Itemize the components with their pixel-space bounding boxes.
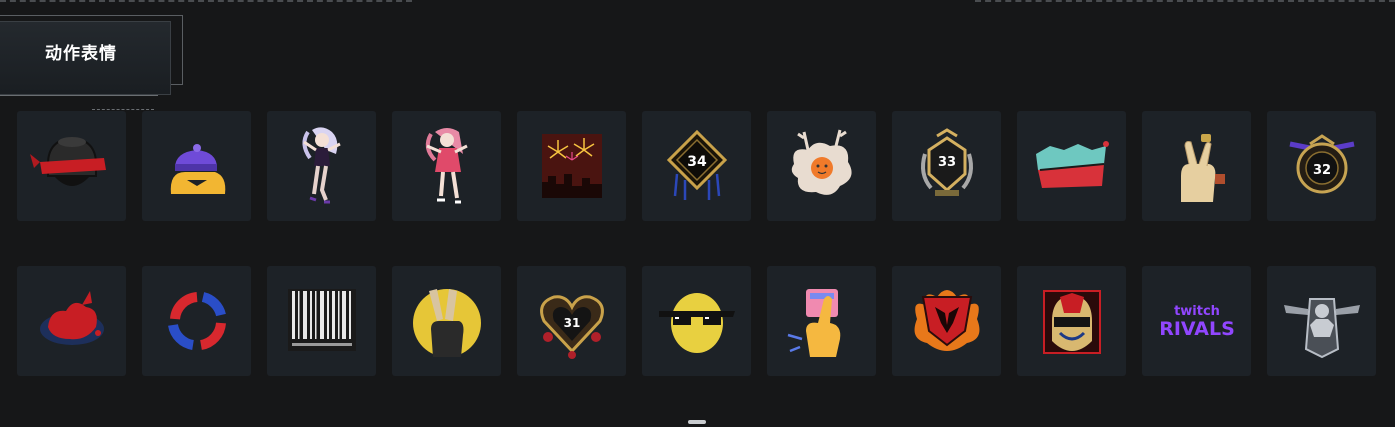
top-divider-left — [0, 0, 412, 4]
emote-tile[interactable] — [17, 266, 126, 376]
emote-tile[interactable] — [517, 111, 626, 221]
statue-emblem-icon — [1283, 298, 1360, 359]
emote-tile[interactable] — [267, 111, 376, 221]
emote-tile[interactable] — [392, 111, 501, 221]
emote-tile[interactable]: 33 — [892, 111, 1001, 221]
fireworks-city-icon — [541, 134, 602, 198]
flaming-tiger-emblem-icon — [914, 290, 979, 351]
emote-tile[interactable] — [767, 111, 876, 221]
emote-tile[interactable] — [17, 111, 126, 221]
emote-tile[interactable] — [392, 266, 501, 376]
emote-tile[interactable] — [767, 266, 876, 376]
emote-tile[interactable]: twitch RIVALS — [1142, 266, 1251, 376]
emote-tile[interactable] — [642, 266, 751, 376]
emote-tile[interactable] — [1267, 266, 1376, 376]
emote-tile[interactable] — [1142, 111, 1251, 221]
tab-underline — [0, 95, 158, 98]
emote-tile[interactable]: 34 — [642, 111, 751, 221]
red-blue-ring-icon — [167, 292, 226, 350]
anime-girl-white-hair-icon — [302, 127, 341, 204]
rank-31-heart-badge-icon: 31 — [539, 295, 604, 359]
helmet-mask-icon — [1042, 290, 1101, 354]
svg-text:31: 31 — [563, 316, 580, 330]
svg-text:34: 34 — [687, 154, 707, 170]
emote-tile[interactable] — [1017, 111, 1126, 221]
emote-tile[interactable]: 32 — [1267, 111, 1376, 221]
finger-heart-icon — [1180, 134, 1225, 202]
emote-tile[interactable] — [1017, 266, 1126, 376]
rank-33-badge-icon: 33 — [920, 128, 973, 196]
emote-tile[interactable] — [142, 111, 251, 221]
section-tab[interactable]: 动作表情 — [0, 13, 185, 110]
red-splash-icon — [39, 291, 104, 345]
emote-tile[interactable] — [267, 266, 376, 376]
anime-girl-pink-hair-icon — [425, 128, 468, 204]
twitch-rivals-icon: twitch RIVALS — [1159, 304, 1235, 340]
svg-text:32: 32 — [1312, 163, 1330, 178]
peace-hand-glove-icon — [412, 289, 481, 357]
yellow-duck-beanie-icon — [170, 144, 225, 194]
egg-antlers-icon — [791, 129, 852, 195]
graffiti-word-icon — [1035, 141, 1109, 188]
barcode-prisoner-icon — [287, 289, 356, 351]
pointing-hand-icon — [787, 289, 840, 357]
top-divider-right — [975, 0, 1395, 4]
rank-32-badge-icon: 32 — [1289, 134, 1354, 194]
emote-tile[interactable]: 31 — [517, 266, 626, 376]
emote-tile[interactable] — [142, 266, 251, 376]
twitch-label: twitch — [1174, 304, 1220, 319]
helmet-red-bandana-icon — [29, 136, 106, 186]
rivals-label: RIVALS — [1159, 318, 1235, 340]
emote-tile[interactable] — [892, 266, 1001, 376]
lemon-sunglasses-icon — [658, 293, 735, 353]
scroll-handle[interactable] — [688, 420, 706, 424]
rank-34-badge-icon: 34 — [666, 129, 727, 200]
svg-text:33: 33 — [937, 155, 955, 170]
section-title: 动作表情 — [45, 44, 117, 64]
